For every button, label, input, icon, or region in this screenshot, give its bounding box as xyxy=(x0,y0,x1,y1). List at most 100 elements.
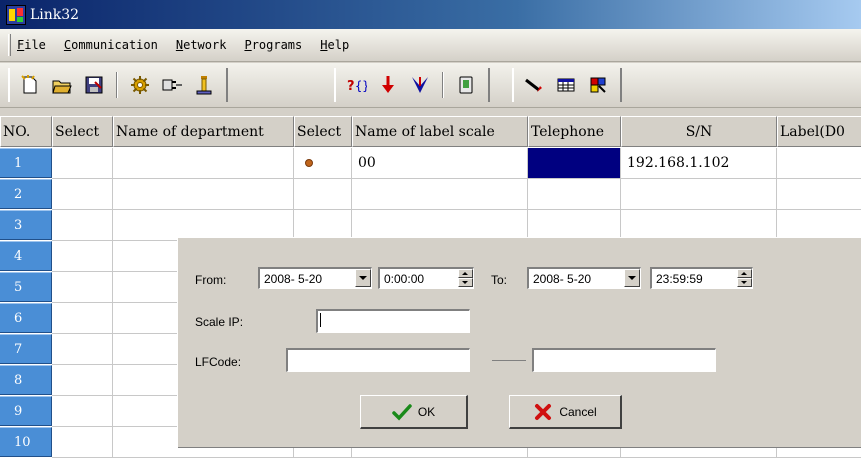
table-cell[interactable] xyxy=(52,334,113,365)
table-icon xyxy=(557,78,575,92)
title-bar: Link32 xyxy=(0,0,861,29)
query-button[interactable]: ?{} xyxy=(343,72,369,98)
to-date-dropdown-icon[interactable] xyxy=(624,269,640,287)
lfcode-from-input[interactable] xyxy=(286,348,470,372)
checkmark-icon xyxy=(392,403,412,421)
from-time-value: 0:00:00 xyxy=(384,271,425,286)
scale-ip-input[interactable] xyxy=(316,309,470,333)
column-header-label-scale[interactable]: Name of label scale xyxy=(352,116,528,147)
spin-up-icon[interactable] xyxy=(458,269,473,278)
label-scale-name-cell[interactable]: 00 xyxy=(352,148,528,179)
connect-button[interactable] xyxy=(159,72,185,98)
column-header-telephone[interactable]: Telephone xyxy=(528,116,621,147)
row-header[interactable]: 7 xyxy=(0,334,52,364)
row-header[interactable]: 8 xyxy=(0,365,52,395)
to-label: To: xyxy=(491,273,508,287)
menu-help[interactable]: Help xyxy=(318,36,351,54)
from-time-spinner[interactable] xyxy=(458,269,473,287)
column-header-select-scale[interactable]: Select xyxy=(294,116,352,147)
sn-cell[interactable]: 192.168.1.102 xyxy=(621,148,777,179)
to-date-value: 2008- 5-20 xyxy=(533,271,592,286)
spin-down-icon[interactable] xyxy=(737,278,752,287)
save-button[interactable] xyxy=(81,72,107,98)
menu-communication[interactable]: Communication xyxy=(62,36,160,54)
open-button[interactable] xyxy=(49,72,75,98)
row-header[interactable]: 10 xyxy=(0,427,52,457)
spin-up-icon[interactable] xyxy=(737,269,752,278)
ok-button-label: OK xyxy=(417,404,436,419)
open-folder-icon xyxy=(52,80,72,94)
table-cell[interactable] xyxy=(294,179,352,210)
lfcode-to-input[interactable] xyxy=(532,348,716,372)
table-cell[interactable] xyxy=(113,179,294,210)
table-cell[interactable] xyxy=(777,179,861,210)
to-time-spinner[interactable] xyxy=(737,269,752,287)
table-cell[interactable] xyxy=(52,303,113,334)
toolbar-separator xyxy=(116,72,118,98)
palette-button[interactable] xyxy=(585,72,611,98)
table-cell[interactable] xyxy=(52,396,113,427)
from-date-picker[interactable]: 2008- 5-20 xyxy=(258,267,372,289)
scale-ip-label: Scale IP: xyxy=(195,315,244,329)
cancel-button[interactable]: Cancel xyxy=(509,395,622,429)
scale-button[interactable] xyxy=(191,72,217,98)
menu-bar: File Communication Network Programs Help xyxy=(0,29,861,62)
new-file-button[interactable] xyxy=(17,72,43,98)
table-cell[interactable] xyxy=(621,179,777,210)
color-palette-icon xyxy=(590,77,606,93)
table-cell[interactable] xyxy=(52,210,113,241)
row-header[interactable]: 9 xyxy=(0,396,52,426)
upload-button[interactable] xyxy=(407,72,433,98)
row-header[interactable]: 1 xyxy=(0,148,52,178)
row-header[interactable]: 4 xyxy=(0,241,52,271)
ok-button[interactable]: OK xyxy=(360,395,468,429)
filter-dialog: From: 2008- 5-20 0:00:00 To: 2008- 5-20 … xyxy=(177,237,861,447)
to-date-picker[interactable]: 2008- 5-20 xyxy=(527,267,641,289)
text-caret xyxy=(320,313,321,327)
to-time-picker[interactable]: 23:59:59 xyxy=(650,267,753,289)
table-cell[interactable] xyxy=(52,241,113,272)
menu-help-label: elp xyxy=(327,38,350,52)
menu-network[interactable]: Network xyxy=(174,36,229,54)
table-cell[interactable] xyxy=(52,365,113,396)
table-cell[interactable] xyxy=(528,179,621,210)
from-label: From: xyxy=(195,273,227,287)
toolbar: ?{} xyxy=(0,63,861,108)
from-time-picker[interactable]: 0:00:00 xyxy=(378,267,474,289)
spin-down-icon[interactable] xyxy=(458,278,473,287)
app-icon[interactable] xyxy=(6,4,26,25)
row-header[interactable]: 5 xyxy=(0,272,52,302)
menu-network-label: etwork xyxy=(183,38,227,52)
menu-grip[interactable] xyxy=(8,34,11,56)
range-separator-line xyxy=(492,360,526,361)
row-header[interactable]: 2 xyxy=(0,179,52,209)
upload-merge-icon xyxy=(412,77,428,93)
telephone-cell-selected[interactable] xyxy=(528,148,621,179)
draw-button[interactable] xyxy=(521,72,547,98)
menu-programs[interactable]: Programs xyxy=(242,36,304,54)
table-cell[interactable] xyxy=(52,427,113,458)
table-cell[interactable] xyxy=(52,272,113,303)
table-cell[interactable] xyxy=(52,179,113,210)
table-cell[interactable] xyxy=(777,148,861,179)
window-title: Link32 xyxy=(30,6,80,23)
table-cell[interactable] xyxy=(52,148,113,179)
column-header-department[interactable]: Name of department xyxy=(113,116,294,147)
table-cell[interactable] xyxy=(352,179,528,210)
menu-file[interactable]: File xyxy=(15,36,48,54)
column-header-label[interactable]: Label(D0 xyxy=(777,116,861,147)
table-cell[interactable] xyxy=(113,148,294,179)
memory-button[interactable] xyxy=(453,72,479,98)
row-header[interactable]: 3 xyxy=(0,210,52,240)
column-header-sn[interactable]: S/N xyxy=(621,116,777,147)
download-button[interactable] xyxy=(375,72,401,98)
row-header[interactable]: 6 xyxy=(0,303,52,333)
from-date-dropdown-icon[interactable] xyxy=(355,269,371,287)
column-header-select-department[interactable]: Select xyxy=(52,116,113,147)
column-header-no[interactable]: NO. xyxy=(0,116,52,147)
table-button[interactable] xyxy=(553,72,579,98)
settings-gear-icon xyxy=(131,76,149,94)
menu-help-key: H xyxy=(320,38,328,52)
select-scale-cell[interactable] xyxy=(294,148,352,179)
settings-button[interactable] xyxy=(127,72,153,98)
